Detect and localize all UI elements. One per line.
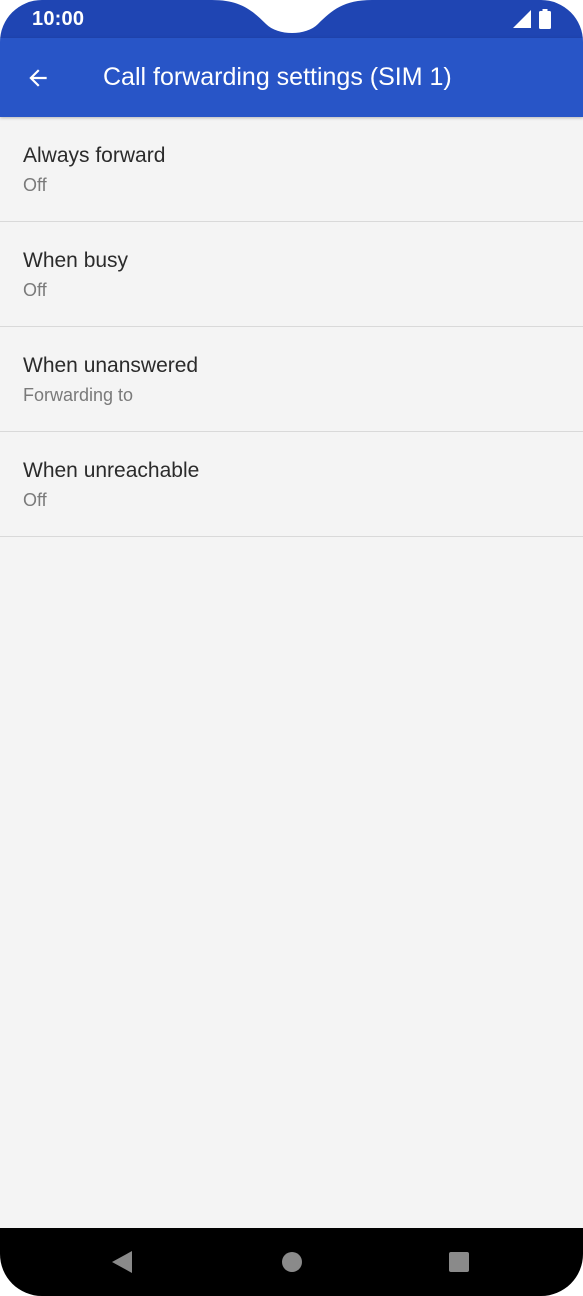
navigation-bar — [0, 1228, 583, 1296]
setting-when-busy[interactable]: When busy Off — [0, 222, 583, 327]
setting-summary: Off — [23, 175, 47, 195]
home-circle-icon — [282, 1252, 302, 1272]
setting-when-unanswered[interactable]: When unanswered Forwarding to — [0, 327, 583, 432]
setting-summary: Off — [23, 490, 47, 510]
setting-title: When unreachable — [23, 459, 200, 482]
setting-title: When busy — [23, 249, 129, 272]
setting-summary: Forwarding to — [23, 385, 134, 405]
back-triangle-icon — [112, 1251, 132, 1273]
nav-home-button[interactable] — [274, 1244, 310, 1280]
status-icons — [513, 9, 551, 29]
setting-title: When unanswered — [23, 354, 199, 377]
setting-when-unreachable[interactable]: When unreachable Off — [0, 432, 583, 537]
signal-icon — [513, 10, 531, 28]
setting-always-forward[interactable]: Always forward Off — [0, 117, 583, 222]
status-bar: 10:00 — [0, 0, 583, 38]
phone-screen: 10:00 Call forwarding settings (SIM 1) A… — [0, 0, 583, 1296]
page-title: Call forwarding settings (SIM 1) — [103, 63, 452, 91]
status-time: 10:00 — [32, 8, 85, 30]
arrow-back-icon — [29, 69, 47, 87]
recents-square-icon — [449, 1252, 469, 1272]
back-button[interactable] — [18, 58, 58, 98]
setting-summary: Off — [23, 280, 47, 300]
nav-back-button[interactable] — [104, 1244, 140, 1280]
battery-icon — [539, 9, 551, 29]
app-bar: Call forwarding settings (SIM 1) — [0, 38, 583, 117]
call-forwarding-list: Always forward Off When busy Off When un… — [0, 117, 583, 537]
setting-title: Always forward — [23, 144, 166, 167]
display-notch — [0, 0, 583, 33]
nav-recents-button[interactable] — [441, 1244, 477, 1280]
